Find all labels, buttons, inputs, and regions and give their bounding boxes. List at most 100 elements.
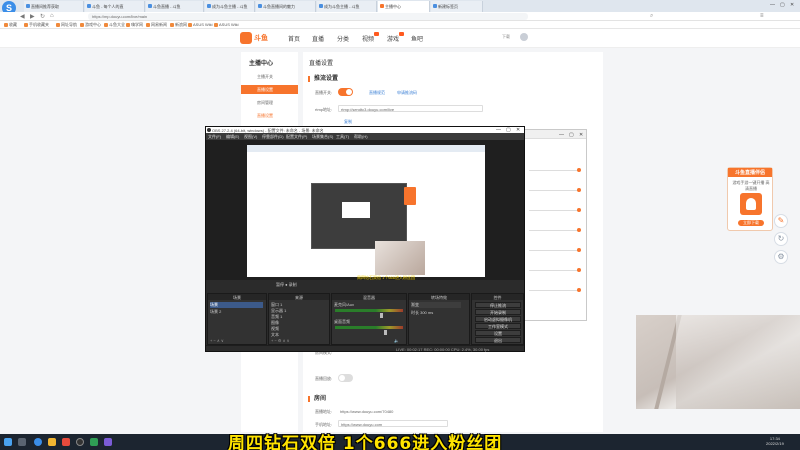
forward-icon[interactable]: ▶: [30, 13, 35, 20]
bookmark[interactable]: 斗鱼大全: [104, 22, 125, 28]
browser-tab[interactable]: 斗鱼 - 每个人的直: [85, 1, 145, 12]
copy-link[interactable]: 复制: [344, 119, 352, 125]
browser-tab[interactable]: 斗鱼直播间的魅力: [256, 1, 316, 12]
nav-item[interactable]: 游戏: [387, 34, 399, 43]
replay-toggle[interactable]: [338, 374, 353, 382]
bookmark[interactable]: 新浪网: [170, 22, 187, 28]
rtmp-field[interactable]: rtmp://sendtc3.douyu.com/live: [338, 105, 483, 112]
obs-preview[interactable]: 周四钻石双倍 1个666进入粉丝团: [206, 140, 524, 280]
windows-start-icon[interactable]: [4, 438, 12, 446]
exit-button[interactable]: 退出: [475, 337, 521, 343]
promo-card[interactable]: 斗鱼直播伴侣 游戏手游一键开播 高清直播 立即下载: [727, 167, 773, 231]
nav-item[interactable]: 分类: [337, 34, 349, 43]
scene-item[interactable]: 场景 2: [210, 309, 221, 315]
search-icon[interactable]: ⌕: [650, 13, 653, 20]
menu-icon[interactable]: ≡: [760, 13, 764, 19]
add-source-button[interactable]: + − ⚙ ∧ ∨: [271, 338, 290, 343]
sidebar-item-live-settings[interactable]: 直播设置: [241, 85, 298, 94]
hot-badge-icon: [374, 32, 379, 36]
maximize-icon[interactable]: ▢: [569, 132, 574, 138]
rules-link[interactable]: 直播规范: [369, 90, 385, 96]
nav-item[interactable]: 首页: [288, 34, 300, 43]
sidebar-subitem[interactable]: 房间管理: [257, 100, 273, 106]
slider[interactable]: [529, 268, 581, 272]
speaker-icon[interactable]: 🔈: [394, 338, 399, 343]
bookmark[interactable]: 网易新闻: [146, 22, 167, 28]
home-icon[interactable]: ⌂: [50, 13, 54, 19]
mixer-dock: 混音器 麦克风/Aux 桌面音频 🔈: [331, 293, 407, 345]
download-button[interactable]: 立即下载: [738, 220, 764, 226]
browser-tab[interactable]: 成为斗鱼主播 - 斗鱼: [205, 1, 255, 12]
download-link[interactable]: 下载: [502, 34, 510, 40]
search-icon[interactable]: [18, 438, 26, 446]
field-label: 手机地址:: [315, 422, 333, 427]
clock[interactable]: 17:34 2022/2/19: [766, 436, 784, 446]
slider[interactable]: [529, 208, 581, 212]
live-toggle[interactable]: [338, 88, 353, 96]
start-recording-button[interactable]: 开始录制: [475, 309, 521, 315]
minimize-icon[interactable]: —: [770, 2, 775, 8]
avatar[interactable]: [520, 33, 528, 41]
slider[interactable]: [529, 228, 581, 232]
volume-slider[interactable]: [380, 313, 383, 318]
transitions-dock: 转场特效 渐变 时长 300 ms: [408, 293, 470, 345]
slider[interactable]: [529, 168, 581, 172]
bookmark[interactable]: 收藏: [4, 22, 17, 28]
site-logo[interactable]: 斗鱼: [240, 32, 274, 44]
settings-icon[interactable]: ⚙: [774, 250, 788, 264]
captured-webcam: [375, 241, 425, 275]
minimize-icon[interactable]: —: [559, 132, 564, 138]
transition-select[interactable]: 渐变: [411, 302, 461, 308]
field-label: 直播回放:: [315, 376, 333, 381]
bookmark[interactable]: 手机收藏夹: [24, 22, 49, 28]
back-icon[interactable]: ◀: [20, 13, 25, 20]
bookmark[interactable]: 网址导航: [56, 22, 77, 28]
phone-link-field[interactable]: https://www.douyu.com: [338, 420, 448, 427]
close-icon[interactable]: ✕: [790, 2, 794, 8]
virtual-camera-button[interactable]: 启动虚拟摄像机: [475, 316, 521, 322]
slider[interactable]: [529, 188, 581, 192]
add-scene-button[interactable]: + − ∧ ∨: [210, 338, 224, 343]
browser-tab[interactable]: 成为斗鱼主播 - 斗鱼: [317, 1, 377, 12]
url-input[interactable]: https://mp.douyu.com/live/main: [88, 13, 528, 20]
browser-tab-active[interactable]: 主播中心: [378, 1, 430, 12]
browser-taskbar-icon[interactable]: [34, 438, 42, 446]
app-icon[interactable]: [62, 438, 70, 446]
browser-tab[interactable]: 斗鱼直播 - 斗鱼: [146, 1, 204, 12]
bookmark[interactable]: 嗨学网: [126, 22, 143, 28]
bookmark[interactable]: 游戏中心: [80, 22, 101, 28]
nav-item[interactable]: 鱼吧: [411, 34, 423, 43]
folder-icon[interactable]: [48, 438, 56, 446]
bookmark[interactable]: ASUS Wiki: [188, 22, 213, 27]
browser-tab[interactable]: 直播间推荐获取: [24, 1, 84, 12]
studio-mode-button[interactable]: 工作室模式: [475, 323, 521, 329]
app-icon[interactable]: [104, 438, 112, 446]
browser-tab[interactable]: 新建标签页: [431, 1, 483, 12]
settings-button[interactable]: 设置: [475, 330, 521, 336]
slider[interactable]: [529, 288, 581, 292]
obs-menubar: 文件(F) 编辑(E) 视图(V) 停靠部件(D) 配置文件(P) 场景集合(S…: [206, 133, 524, 140]
slider[interactable]: [529, 248, 581, 252]
volume-slider[interactable]: [384, 330, 387, 335]
apply-link[interactable]: 申请推流码: [397, 90, 417, 96]
dock-title: 来源: [269, 294, 329, 300]
refresh-icon[interactable]: ↻: [40, 13, 45, 20]
maximize-icon[interactable]: ▢: [780, 2, 785, 8]
close-icon[interactable]: ✕: [579, 132, 583, 138]
sidebar-item-anchor-switch[interactable]: 主播开关: [241, 72, 298, 81]
scenes-dock: 场景 场景 场景 2 + − ∧ ∨: [207, 293, 267, 345]
stop-stream-button[interactable]: 停止推流: [475, 302, 521, 308]
app-icon[interactable]: [90, 438, 98, 446]
feedback-icon[interactable]: ✎: [774, 214, 788, 228]
nav-item[interactable]: 直播: [312, 34, 324, 43]
scene-item[interactable]: 场景: [210, 302, 264, 308]
refresh-icon[interactable]: ↻: [774, 232, 788, 246]
room-link[interactable]: https://www.douyu.com/70480: [340, 409, 393, 414]
webcam-light: [676, 315, 800, 409]
transition-duration[interactable]: 时长 300 ms: [411, 310, 433, 316]
sidebar-subitem[interactable]: 直播设置: [257, 113, 273, 119]
nav-item[interactable]: 视频: [362, 34, 374, 43]
controls-dock: 控件 停止推流 开始录制 启动虚拟摄像机 工作室模式 设置 退出: [471, 293, 524, 345]
bookmark[interactable]: ASUS Wiki: [214, 22, 239, 27]
obs-taskbar-icon[interactable]: [76, 438, 84, 446]
